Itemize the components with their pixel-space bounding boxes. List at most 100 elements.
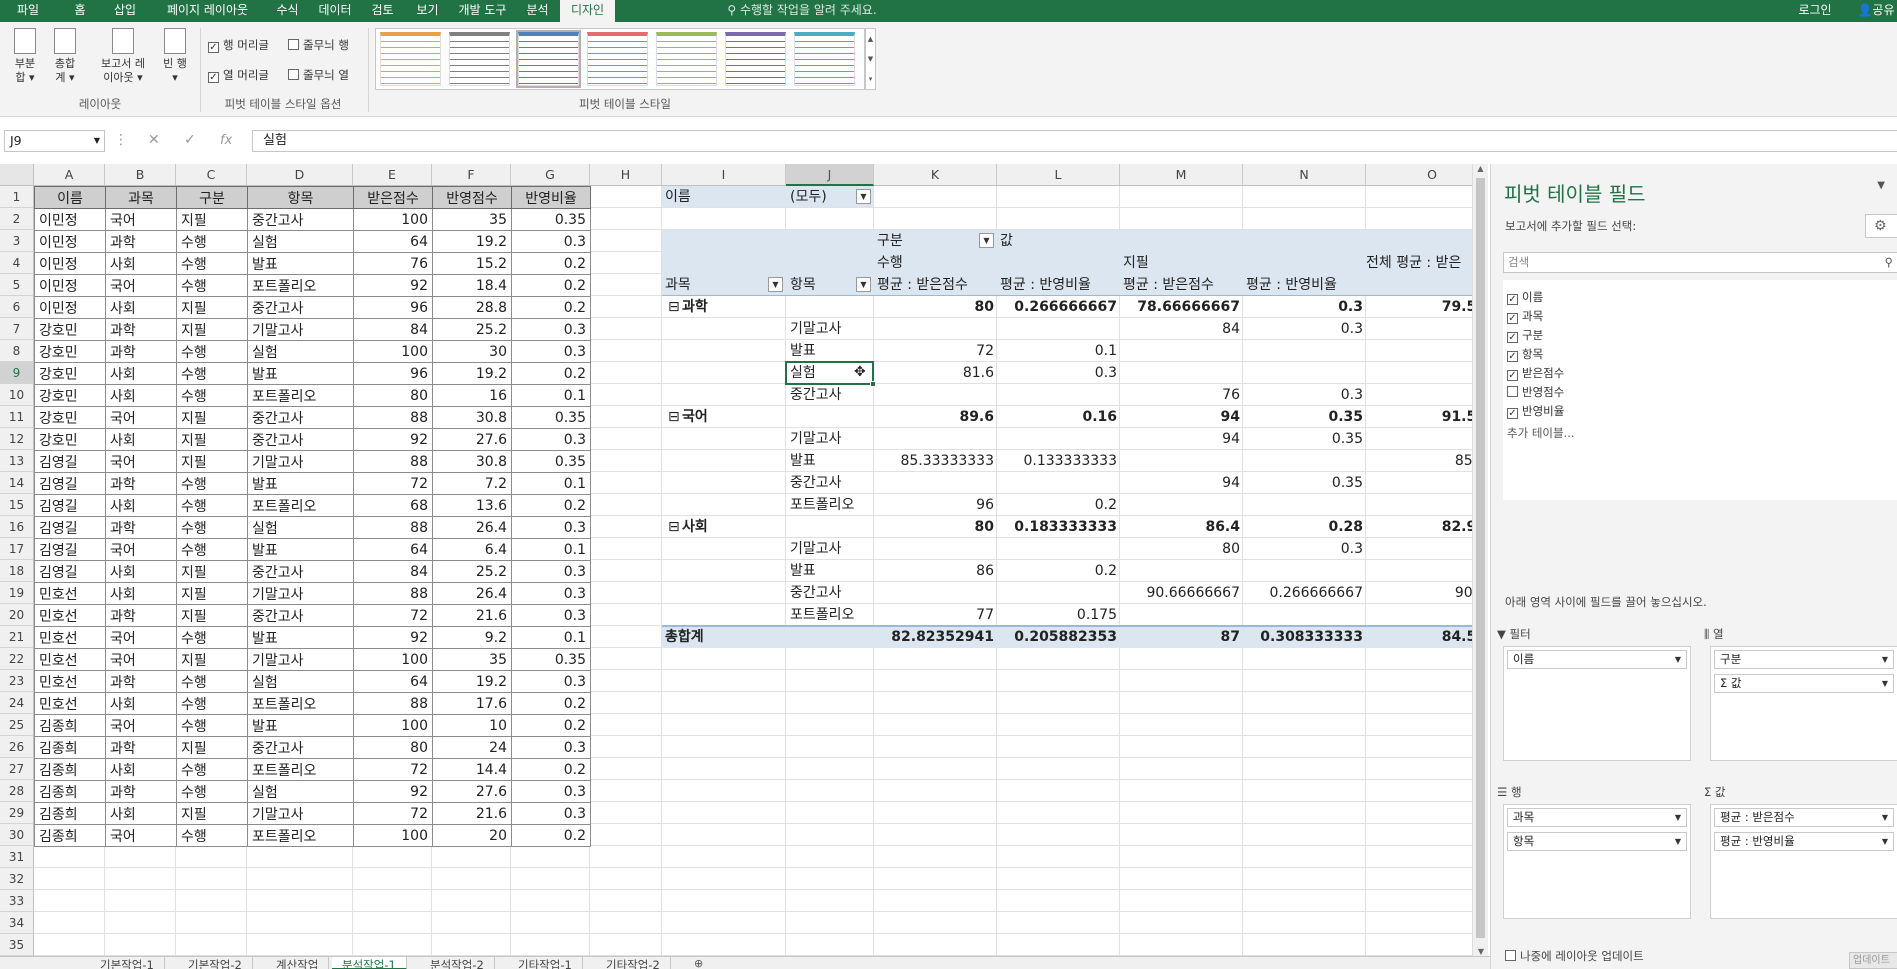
column-header-cell[interactable]: 이름 [34,186,106,209]
table-cell[interactable]: 사회 [105,802,177,825]
table-cell[interactable]: 김영길 [34,516,106,539]
subtotals-button[interactable]: 부분 합 ▾ [8,28,42,85]
table-cell[interactable]: 지필 [176,296,248,319]
table-cell[interactable]: 28.8 [432,296,512,319]
field-item[interactable]: ✓ 과목 [1507,308,1543,324]
column-header[interactable]: O [1366,164,1472,186]
table-cell[interactable]: 35 [432,208,512,231]
table-cell[interactable]: 19.2 [432,230,512,253]
pivot-grand-total-header[interactable]: 전체 평균 : 받은 [1366,252,1472,274]
pivot-grand-total-value[interactable]: 82.82352941 [874,626,994,648]
table-cell[interactable]: 64 [353,230,433,253]
pivot-style-swatch[interactable] [449,32,510,86]
banded-rows-checkbox[interactable]: 줄무늬 행 [288,37,349,53]
table-cell[interactable]: 김종희 [34,758,106,781]
table-cell[interactable]: 포트폴리오 [247,274,354,297]
row-header[interactable]: 28 [0,780,34,802]
table-cell[interactable]: 수행 [176,780,248,803]
table-cell[interactable]: 0.3 [511,582,591,605]
pivot-style-swatch[interactable] [725,32,786,86]
table-cell[interactable]: 지필 [176,582,248,605]
sheet-tab[interactable]: 기본작업-2 [178,957,253,969]
table-cell[interactable]: 84 [353,560,433,583]
row-header[interactable]: 3 [0,230,34,252]
table-cell[interactable]: 지필 [176,450,248,473]
pivot-value-cell[interactable]: 0.266666667 [1243,582,1363,604]
select-all-corner[interactable] [0,164,34,186]
column-header[interactable]: N [1243,164,1366,186]
pivot-value-cell[interactable]: 0.2 [997,560,1117,582]
col-field-dropdown-button[interactable]: ▼ [979,233,994,248]
table-cell[interactable]: 기말고사 [247,802,354,825]
share-button[interactable]: 👤공유 [1855,0,1897,22]
add-sheet-icon[interactable]: ⊕ [694,957,703,969]
blank-rows-button[interactable]: 빈 행 ▾ [158,28,192,85]
ribbon-tab-8[interactable]: 보기 [405,0,450,22]
table-cell[interactable]: 25.2 [432,560,512,583]
defer-update-checkbox[interactable]: 나중에 레이아웃 업데이트 [1505,948,1644,964]
column-header[interactable]: I [662,164,786,186]
table-cell[interactable]: 중간고사 [247,736,354,759]
row-header[interactable]: 26 [0,736,34,758]
table-cell[interactable]: 0.3 [511,516,591,539]
pivot-subtotal-value[interactable]: 94 [1120,406,1240,428]
table-cell[interactable]: 0.1 [511,384,591,407]
table-cell[interactable]: 0.3 [511,780,591,803]
table-cell[interactable]: 수행 [176,230,248,253]
pivot-row-field1-label[interactable]: 과목 [665,274,765,296]
vertical-scrollbar[interactable]: ▲ ▼ [1472,164,1488,956]
table-cell[interactable]: 김종희 [34,780,106,803]
table-cell[interactable]: 국어 [105,538,177,561]
pivot-subtotal-value[interactable]: 91.55 [1366,406,1472,428]
row-header[interactable]: 34 [0,912,34,934]
table-cell[interactable]: 사회 [105,384,177,407]
pivot-group-label[interactable]: 국어 [682,406,782,428]
table-cell[interactable]: 0.3 [511,604,591,627]
table-cell[interactable]: 0.3 [511,318,591,341]
pivot-measure2-header[interactable]: 평균 : 반영비율 [1000,274,1120,296]
column-header[interactable]: D [247,164,353,186]
table-cell[interactable]: 지필 [176,406,248,429]
table-cell[interactable]: 김영길 [34,560,106,583]
table-cell[interactable]: 강호민 [34,362,106,385]
table-cell[interactable]: 민호선 [34,604,106,627]
ribbon-tab-11[interactable]: 디자인 [560,0,615,22]
table-cell[interactable]: 68 [353,494,433,517]
table-cell[interactable]: 포트폴리오 [247,758,354,781]
table-cell[interactable]: 중간고사 [247,428,354,451]
table-cell[interactable]: 72 [353,802,433,825]
table-cell[interactable]: 0.3 [511,428,591,451]
pivot-value-cell[interactable]: 85.33333333 [874,450,994,472]
field-search-input[interactable]: 검색 ⚲ [1503,252,1897,273]
pivot-subtotal-value[interactable]: 86.4 [1120,516,1240,538]
column-header-cell[interactable]: 반영점수 [432,186,512,209]
sheet-tab[interactable]: 분석작업-2 [420,957,495,969]
table-cell[interactable]: 16 [432,384,512,407]
table-cell[interactable]: 민호선 [34,582,106,605]
report-layout-button[interactable]: 보고서 레 이아웃 ▾ [94,28,152,85]
table-cell[interactable]: 35 [432,648,512,671]
pivot-filter-value[interactable]: (모두) [790,186,860,208]
pivot-value-cell[interactable]: 76 [1120,384,1240,406]
table-cell[interactable]: 19.2 [432,670,512,693]
table-cell[interactable]: 발표 [247,362,354,385]
row-header[interactable]: 16 [0,516,34,538]
sheet-tab[interactable]: 분석작업-1 [332,957,407,969]
table-cell[interactable]: 20 [432,824,512,847]
table-cell[interactable]: 국어 [105,450,177,473]
table-cell[interactable]: 수행 [176,714,248,737]
pivot-subtotal-value[interactable]: 0.16 [997,406,1117,428]
pivot-grand-total-value[interactable]: 87 [1120,626,1240,648]
pivot-item-label[interactable]: 기말고사 [790,538,875,560]
pivot-value-cell[interactable]: 96 [874,494,994,516]
pivot-grand-total-value[interactable]: 84.55 [1366,626,1472,648]
tell-me-box[interactable]: ⚲ 수행할 작업을 알려 주세요. [712,0,892,22]
gear-icon[interactable]: ⚙ [1865,214,1897,238]
table-cell[interactable]: 국어 [105,714,177,737]
pivot-subtotal-value[interactable]: 78.66666667 [1120,296,1240,318]
table-cell[interactable]: 0.3 [511,560,591,583]
column-header-cell[interactable]: 구분 [176,186,248,209]
table-cell[interactable]: 실험 [247,780,354,803]
table-cell[interactable]: 지필 [176,802,248,825]
table-cell[interactable]: 과학 [105,670,177,693]
